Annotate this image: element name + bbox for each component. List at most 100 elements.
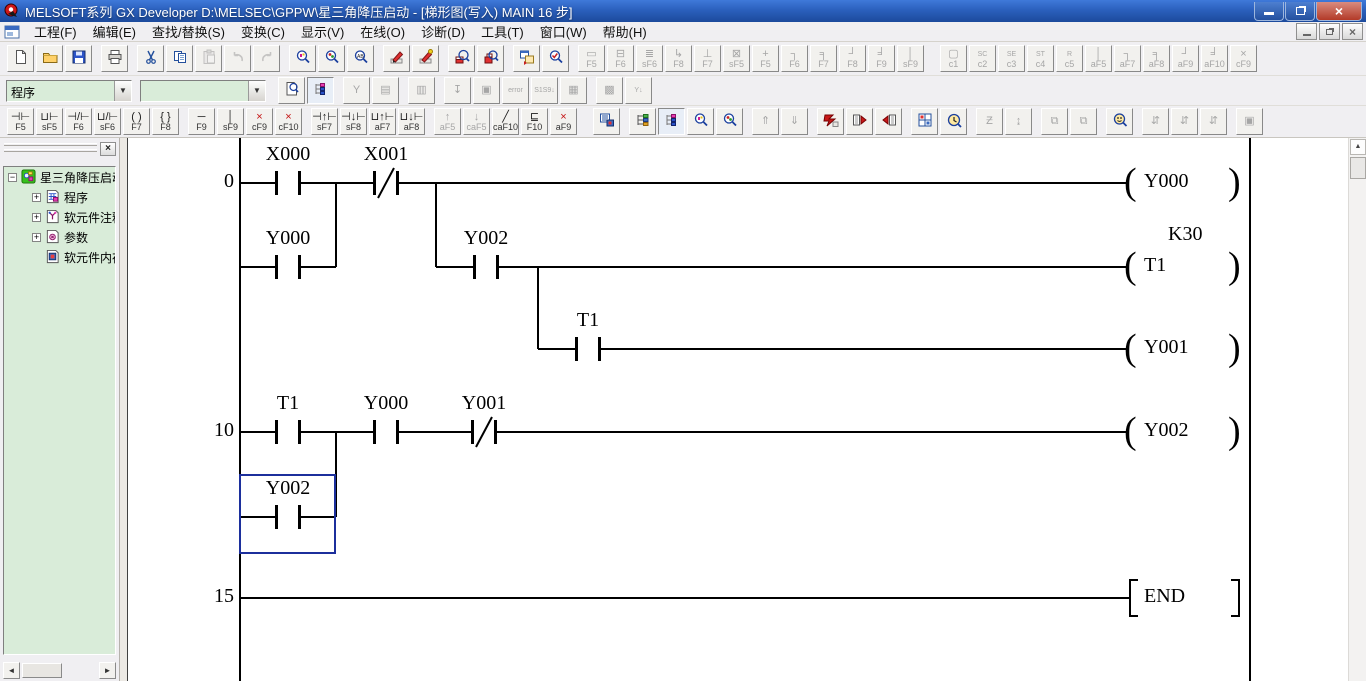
copy-button[interactable]	[166, 45, 193, 72]
sidebar-splitter[interactable]	[121, 138, 126, 681]
expand-box-icon[interactable]: +	[32, 213, 41, 222]
coil-Y000[interactable]: Y000	[1144, 170, 1188, 193]
sidebar-hscrollbar[interactable]: ◄ ►	[3, 662, 116, 679]
open-contact-f5-button[interactable]: ⊣⊢F5	[7, 108, 34, 135]
parallel-rising-af7-button[interactable]: ⊔↑⊢aF7	[369, 108, 396, 135]
open-project-button[interactable]	[36, 45, 63, 72]
contact-X001-nc[interactable]	[373, 171, 399, 195]
minimize-button[interactable]	[1254, 2, 1284, 21]
monitor-mode-button[interactable]	[412, 45, 439, 72]
scroll-up-button[interactable]: ▲	[1350, 139, 1366, 155]
mdi-close-button[interactable]: ×	[1342, 23, 1363, 40]
coil-Y001[interactable]: Y001	[1144, 336, 1188, 359]
project-tree-toggle-button[interactable]	[307, 77, 334, 104]
vline-sf9-button[interactable]: │sF9	[217, 108, 244, 135]
col-insert-button[interactable]	[846, 108, 873, 135]
hline-f9-button[interactable]: ─F9	[188, 108, 215, 135]
menu-6[interactable]: 诊断(D)	[413, 21, 473, 42]
combo-arrow-icon[interactable]: ▼	[248, 81, 265, 101]
falling-pulse-sf8-button[interactable]: ⊣↓⊢sF8	[340, 108, 367, 135]
contact-T1[interactable]	[275, 420, 301, 444]
del-hline-cf9-button[interactable]: ×cF9	[246, 108, 273, 135]
line-f10-button[interactable]: ⊑F10	[521, 108, 548, 135]
menu-0[interactable]: 工程(F)	[26, 21, 85, 42]
close-button[interactable]: ×	[1316, 2, 1362, 21]
write-mode-button[interactable]	[383, 45, 410, 72]
parallel-falling-af8-button[interactable]: ⊔↓⊢aF8	[398, 108, 425, 135]
slash-line-caf10-button[interactable]: ╱caF10	[492, 108, 519, 135]
coil-T1[interactable]: T1	[1144, 254, 1166, 277]
sidebar-grip[interactable]	[4, 149, 97, 152]
contact-T1[interactable]	[575, 337, 601, 361]
find-device-button[interactable]	[318, 45, 345, 72]
program-check-button[interactable]	[542, 45, 569, 72]
tree-item-软元件内存[interactable]: 软元件内存	[4, 247, 115, 267]
data-name-combobox[interactable]: ▼	[140, 80, 266, 102]
tree-display-button[interactable]	[629, 108, 656, 135]
sidebar-grip[interactable]	[4, 143, 97, 146]
menu-1[interactable]: 编辑(E)	[85, 21, 144, 42]
collapse-box-icon[interactable]: −	[8, 173, 17, 182]
device-memory-button[interactable]	[593, 108, 620, 135]
contact-X000[interactable]	[275, 171, 301, 195]
menu-8[interactable]: 窗口(W)	[532, 21, 595, 42]
contact-Y002[interactable]	[473, 255, 499, 279]
editor-vscrollbar[interactable]: ▲	[1348, 138, 1366, 681]
menu-3[interactable]: 变换(C)	[233, 21, 293, 42]
window-switch-button[interactable]	[513, 45, 540, 72]
menu-2[interactable]: 查找/替换(S)	[144, 21, 233, 42]
menu-5[interactable]: 在线(O)	[352, 21, 413, 42]
tree-item-程序[interactable]: +程序	[4, 187, 115, 207]
find-coil-button[interactable]	[716, 108, 743, 135]
window-tile-button[interactable]	[911, 108, 938, 135]
scroll-right-button[interactable]: ►	[99, 662, 116, 679]
parallel-closed-sf6-button[interactable]: ⊔/⊢sF6	[94, 108, 121, 135]
menu-7[interactable]: 工具(T)	[473, 21, 532, 42]
application-instr-f8-button[interactable]: { }F8	[152, 108, 179, 135]
zoom-device-button[interactable]	[448, 45, 475, 72]
menu-4[interactable]: 显示(V)	[293, 21, 352, 42]
scroll-thumb[interactable]	[22, 663, 62, 678]
col-delete-button[interactable]	[875, 108, 902, 135]
del-line-af9-button[interactable]: ×aF9	[550, 108, 577, 135]
contact-Y001-nc[interactable]	[471, 420, 497, 444]
scroll-left-button[interactable]: ◄	[3, 662, 20, 679]
closed-contact-f6-button[interactable]: ⊣/⊢F6	[65, 108, 92, 135]
row-delete-button[interactable]	[817, 108, 844, 135]
cut-button[interactable]	[137, 45, 164, 72]
instruction-END[interactable]: END	[1144, 585, 1185, 608]
del-vline-cf10-button[interactable]: ×cF10	[275, 108, 302, 135]
ladder-edit-button[interactable]	[658, 108, 685, 135]
ladder-logic-test-button[interactable]	[278, 77, 305, 104]
print-button[interactable]	[101, 45, 128, 72]
find-contact-button[interactable]	[687, 108, 714, 135]
tree-item-参数[interactable]: +参数	[4, 227, 115, 247]
remote-operation-button[interactable]	[1106, 108, 1133, 135]
mdi-minimize-button[interactable]	[1296, 23, 1317, 40]
mdi-restore-button[interactable]	[1319, 23, 1340, 40]
sidebar-close-button[interactable]: ×	[100, 142, 116, 156]
coil-f7-button[interactable]: ( )F7	[123, 108, 150, 135]
parallel-open-sf5-button[interactable]: ⊔⊢sF5	[36, 108, 63, 135]
scroll-thumb[interactable]	[1350, 157, 1366, 179]
clock-setting-button[interactable]	[940, 108, 967, 135]
combo-arrow-icon[interactable]: ▼	[114, 81, 131, 101]
find-replace-button[interactable]: AB	[347, 45, 374, 72]
zoom-device2-button[interactable]	[477, 45, 504, 72]
expand-box-icon[interactable]: +	[32, 233, 41, 242]
coil-Y002[interactable]: Y002	[1144, 419, 1188, 442]
rising-pulse-sf7-button[interactable]: ⊣↑⊢sF7	[311, 108, 338, 135]
find-button[interactable]	[289, 45, 316, 72]
data-type-combobox[interactable]: 程序 ▼	[6, 80, 132, 102]
tree-item-星三角降压启动[interactable]: −星三角降压启动	[4, 167, 115, 187]
contact-Y000[interactable]	[373, 420, 399, 444]
restore-button[interactable]	[1285, 2, 1315, 21]
menu-9[interactable]: 帮助(H)	[595, 21, 655, 42]
expand-box-icon[interactable]: +	[32, 193, 41, 202]
tree-item-软元件注释[interactable]: +软元件注释	[4, 207, 115, 227]
contact-Y000[interactable]	[275, 255, 301, 279]
selection-cursor[interactable]	[239, 474, 336, 554]
save-project-button[interactable]	[65, 45, 92, 72]
toolbar-separator	[1134, 106, 1141, 137]
new-project-button[interactable]	[7, 45, 34, 72]
